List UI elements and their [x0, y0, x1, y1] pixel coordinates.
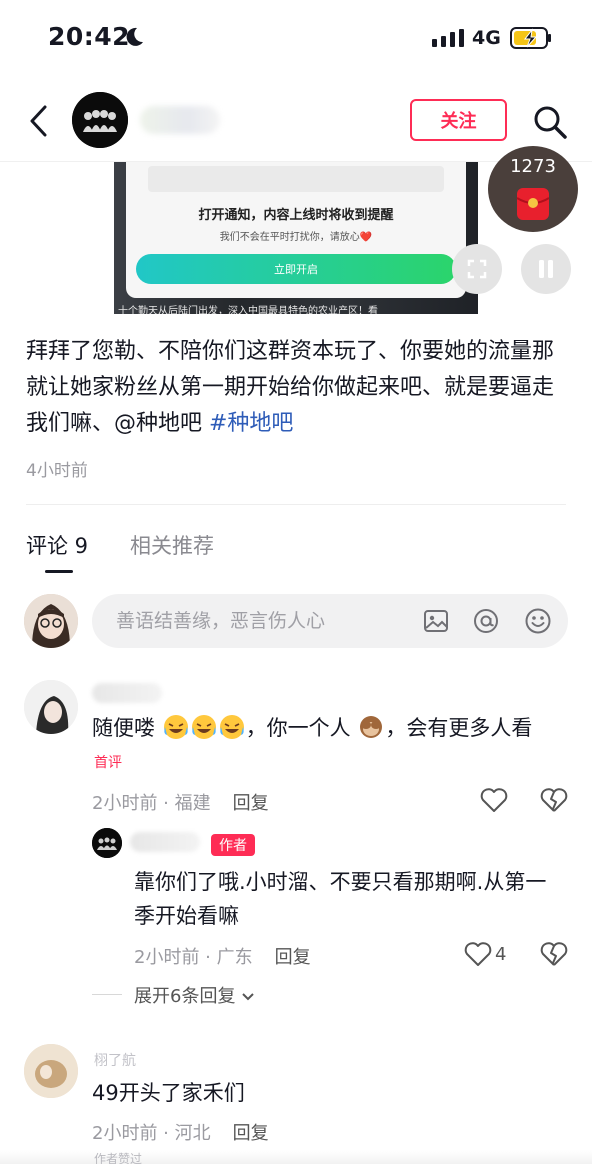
commenter-avatar[interactable]	[24, 680, 78, 734]
section-divider	[26, 504, 566, 505]
partial-next-label: 作者赞过	[94, 1152, 143, 1164]
notice-subtitle: 我们不会在平时打扰你，请放心❤️	[219, 232, 373, 243]
like-heart-icon[interactable]	[480, 787, 508, 813]
laugh-cry-emoji-icon	[163, 715, 188, 739]
reply-button[interactable]: 回复	[233, 793, 269, 814]
expand-replies-label: 展开6条回复	[134, 986, 236, 1007]
comment-text-part: ，你一个人	[245, 716, 351, 740]
top-nav-bar: 关注	[0, 80, 592, 162]
comment-time-location: 2小时前 · 福建	[92, 793, 211, 814]
post-description: 拜拜了您勒、不陪你们这群资本玩了、你要她的流量那就让她家粉丝从第一期开始给你做起…	[26, 334, 566, 442]
hashtag-link[interactable]: #种地吧	[209, 411, 293, 436]
commenter-name-blurred	[92, 683, 162, 703]
back-arrow-icon[interactable]	[26, 104, 52, 138]
enable-notification-button[interactable]: 立即开启	[136, 254, 456, 284]
search-icon[interactable]	[532, 104, 568, 140]
comment-input[interactable]	[116, 607, 416, 635]
status-bar: 20:42 4G	[0, 0, 592, 78]
notice-title: 打开通知，内容上线时将收到提醒	[198, 208, 394, 223]
reply-text: 靠你们了哦.小时溜、不要只看那期啊.从第一季开始看嘛	[134, 870, 547, 928]
emoji-icon[interactable]	[524, 607, 552, 635]
expand-replies-button[interactable]: 展开6条回复	[134, 982, 255, 1008]
signal-icon	[432, 29, 464, 47]
like-count: 4	[495, 944, 507, 965]
comment-text: 随便喽 ，你一个人 ，会有更多人看	[92, 711, 572, 745]
laugh-cry-emoji-icon	[219, 715, 244, 739]
notice-card-header	[148, 166, 444, 192]
author-name-blurred	[140, 106, 220, 134]
follow-button[interactable]: 关注	[410, 99, 507, 141]
author-avatar[interactable]	[72, 92, 128, 148]
video-player[interactable]: 打开通知，内容上线时将收到提醒 我们不会在平时打扰你，请放心❤️ 立即开启 十个…	[114, 162, 478, 314]
pause-button[interactable]	[521, 244, 571, 294]
battery-charging-icon	[510, 27, 551, 49]
comment-meta: 2小时前 · 福建 回复	[92, 789, 269, 815]
author-badge: 作者	[211, 834, 255, 856]
video-caption: 十个勤天从后陆门出发，深入中国最具特色的农业产区！看	[118, 306, 378, 314]
moon-icon	[126, 27, 143, 46]
avatar-group-photo-icon	[72, 92, 128, 148]
tab-related[interactable]: 相关推荐	[130, 530, 214, 560]
bottom-fade	[0, 1150, 592, 1164]
dislike-broken-heart-icon[interactable]	[540, 941, 568, 967]
laugh-cry-emoji-icon	[191, 715, 216, 739]
see-no-evil-monkey-emoji-icon	[360, 716, 383, 738]
image-icon[interactable]	[422, 607, 450, 635]
pause-icon	[539, 260, 553, 278]
comment-text-part: ，会有更多人看	[385, 716, 533, 740]
my-avatar[interactable]	[24, 594, 78, 648]
comment-text-part: 随便喽	[92, 716, 155, 740]
first-comment-badge: 首评	[94, 755, 122, 771]
mention-at-icon[interactable]	[472, 607, 500, 635]
red-packet-count: 1273	[510, 156, 556, 177]
avatar-photo-icon	[24, 680, 78, 734]
dislike-broken-heart-icon[interactable]	[540, 787, 568, 813]
expand-divider	[92, 994, 122, 995]
reply-meta: 2小时前 · 广东 回复	[134, 943, 311, 969]
reply-button[interactable]: 回复	[233, 1123, 269, 1144]
commenter-name: 栩了航	[94, 1053, 136, 1069]
author-reply-avatar[interactable]	[92, 828, 122, 858]
capture-icon	[467, 259, 487, 279]
comment-time-location: 2小时前 · 河北	[92, 1123, 211, 1144]
avatar-photo-icon	[24, 1044, 78, 1098]
commenter-avatar[interactable]	[24, 1044, 78, 1098]
comment-meta: 2小时前 · 河北 回复	[92, 1119, 269, 1145]
red-envelope-icon	[516, 188, 550, 220]
notification-prompt-card: 打开通知，内容上线时将收到提醒 我们不会在平时打扰你，请放心❤️ 立即开启	[126, 162, 466, 298]
like-heart-icon[interactable]	[464, 941, 492, 967]
comment-input-box[interactable]	[92, 594, 568, 648]
active-tab-indicator	[45, 570, 73, 573]
reply-button[interactable]: 回复	[275, 947, 311, 968]
avatar-group-photo-icon	[92, 828, 122, 858]
red-packet-widget[interactable]: 1273	[488, 146, 578, 232]
network-type: 4G	[472, 27, 501, 49]
screen-capture-button[interactable]	[452, 244, 502, 294]
status-time: 20:42	[48, 22, 131, 51]
avatar-portrait-icon	[24, 594, 78, 648]
chevron-down-icon	[242, 993, 254, 1001]
comment-text: 49开头了家禾们	[92, 1081, 245, 1105]
post-time: 4小时前	[26, 461, 88, 481]
tab-comments[interactable]: 评论 9	[26, 530, 88, 560]
author-name-blurred	[130, 832, 200, 852]
reply-time-location: 2小时前 · 广东	[134, 947, 253, 968]
